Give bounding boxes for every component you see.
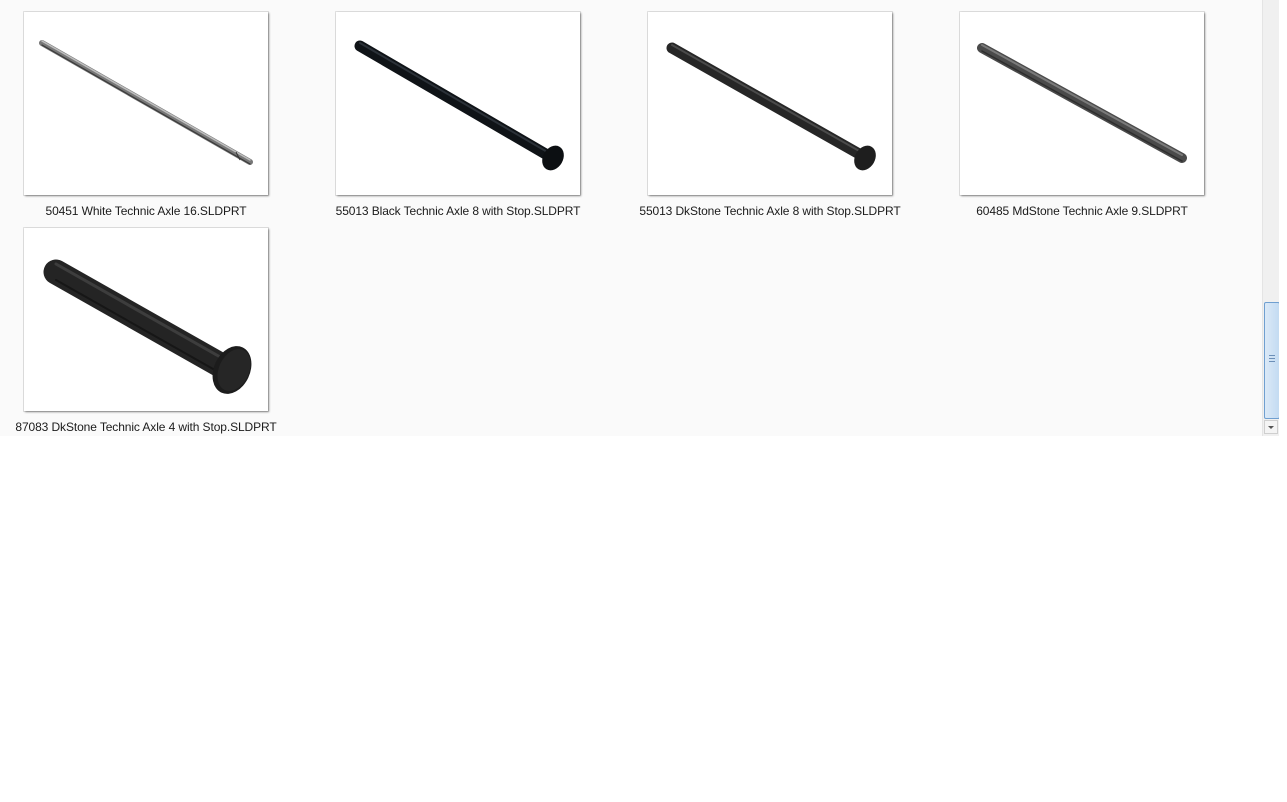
file-name: 55013 Black Technic Axle 8 with Stop.SLD… xyxy=(335,204,581,218)
file-name: 55013 DkStone Technic Axle 8 with Stop.S… xyxy=(639,204,901,218)
file-view-pane: 50451 White Technic Axle 16.SLDPRT 55013… xyxy=(0,0,1279,436)
file-thumbnail xyxy=(24,228,268,411)
file-thumbnail xyxy=(24,12,268,195)
file-item[interactable]: 87083 DkStone Technic Axle 4 with Stop.S… xyxy=(15,228,324,436)
scroll-down-button[interactable] xyxy=(1264,420,1278,434)
file-name: 87083 DkStone Technic Axle 4 with Stop.S… xyxy=(15,420,277,434)
file-name: 50451 White Technic Axle 16.SLDPRT xyxy=(45,204,247,218)
file-item[interactable]: 60485 MdStone Technic Axle 9.SLDPRT xyxy=(960,12,1260,227)
scrollbar-thumb[interactable] xyxy=(1264,302,1279,419)
file-item[interactable]: 55013 DkStone Technic Axle 8 with Stop.S… xyxy=(639,12,948,227)
vertical-scrollbar[interactable] xyxy=(1262,0,1279,436)
file-name: 60485 MdStone Technic Axle 9.SLDPRT xyxy=(976,204,1188,218)
grip-icon xyxy=(1269,355,1275,364)
file-item[interactable]: 55013 Black Technic Axle 8 with Stop.SLD… xyxy=(336,12,636,227)
file-thumbnail xyxy=(648,12,892,195)
file-item[interactable]: 50451 White Technic Axle 16.SLDPRT xyxy=(24,12,324,227)
file-thumbnail xyxy=(336,12,580,195)
file-thumbnail xyxy=(960,12,1204,195)
